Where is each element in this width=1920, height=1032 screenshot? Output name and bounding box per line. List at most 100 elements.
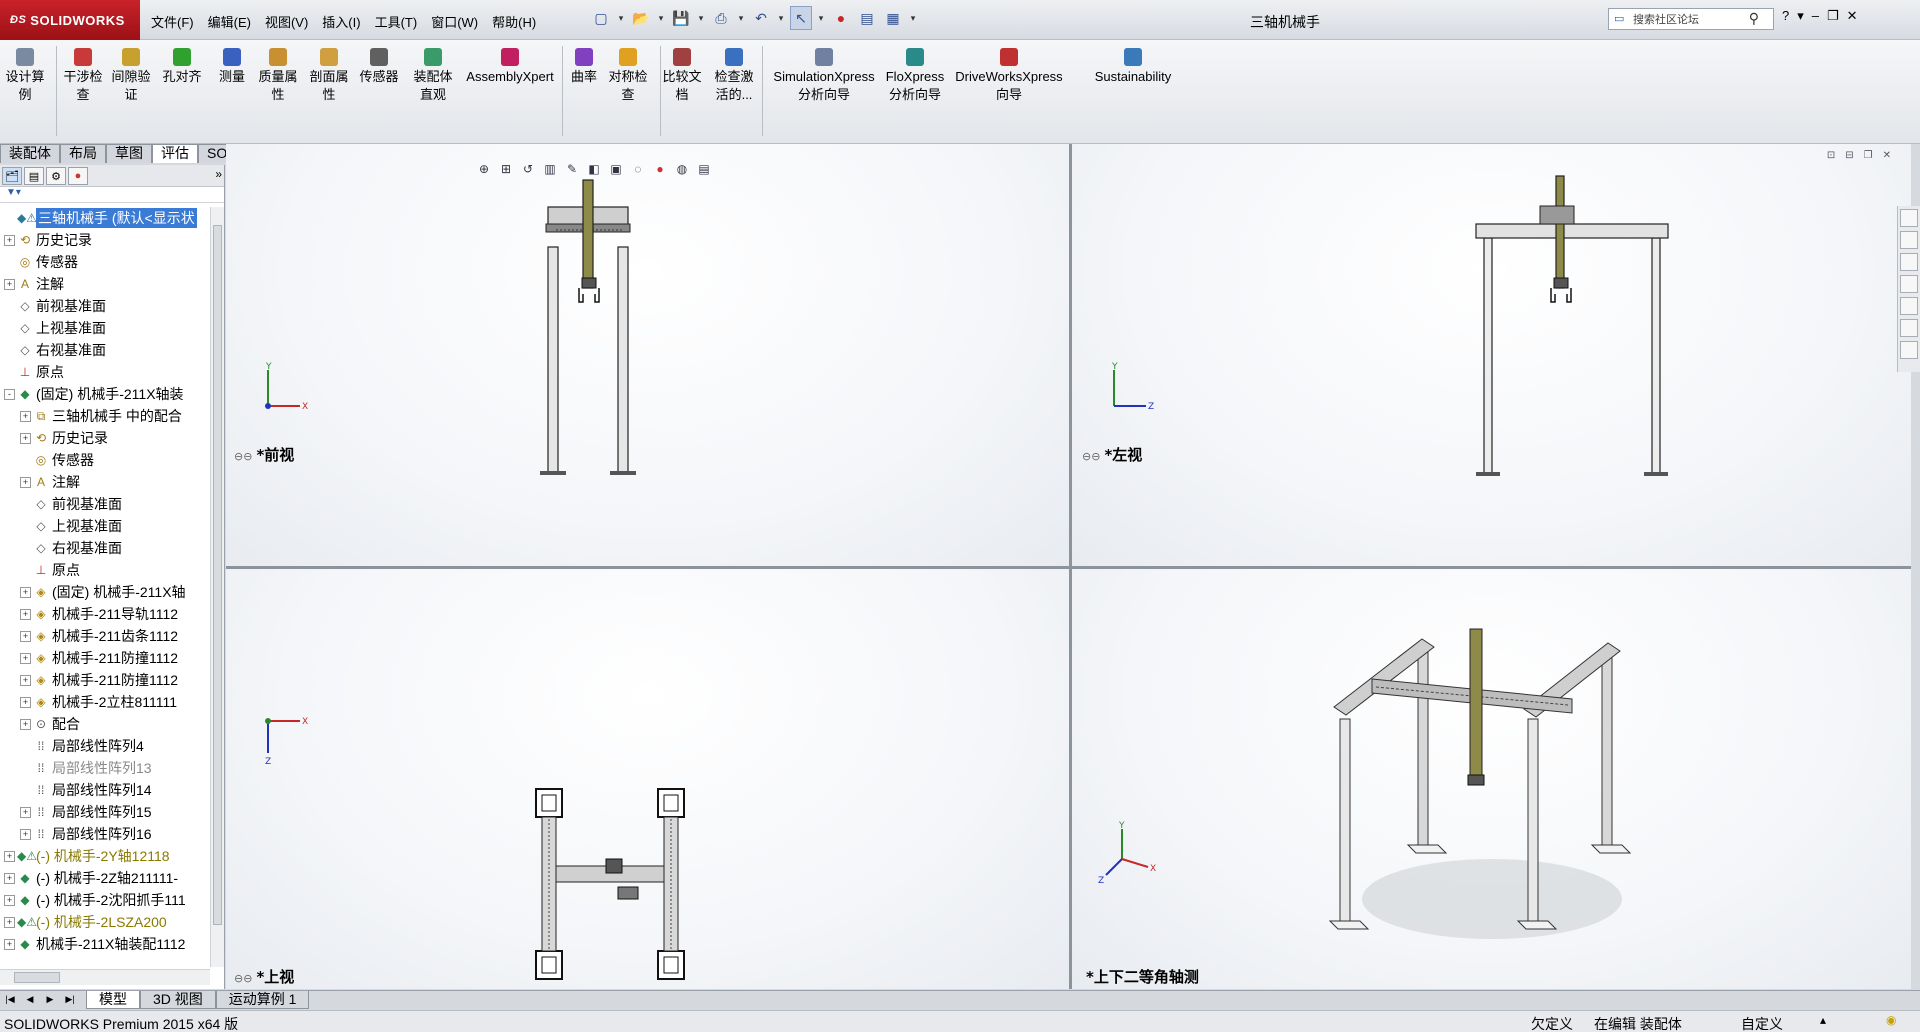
tree-item[interactable]: + ◈ (固定) 机械手-211X轴 bbox=[0, 581, 210, 603]
options-icon[interactable]: ▦ bbox=[882, 6, 904, 30]
status-units[interactable]: 自定义 bbox=[1741, 1014, 1783, 1032]
ribbon-button-assemblyxpert[interactable]: AssemblyXpert bbox=[460, 48, 560, 86]
ribbon-button-mass-properties[interactable]: 质量属 性 bbox=[250, 48, 306, 104]
tree-item[interactable]: ◇ 上视基准面 bbox=[0, 317, 210, 339]
tree-item[interactable]: + ◆⚠ (-) 机械手-2Y轴12118 bbox=[0, 845, 210, 867]
expand-icon[interactable]: + bbox=[4, 278, 15, 290]
expand-icon[interactable]: + bbox=[4, 894, 15, 906]
ribbon-button-check-active[interactable]: 检查激 活的... bbox=[708, 48, 760, 104]
appearances-icon[interactable] bbox=[1900, 297, 1918, 315]
ribbon-button-design-study[interactable]: 设计算 例 bbox=[0, 48, 50, 104]
command-tab[interactable]: 草图 bbox=[106, 144, 152, 163]
command-tab[interactable]: 评估 bbox=[152, 144, 198, 163]
menu-item-0[interactable]: 文件(F) bbox=[144, 10, 201, 33]
minimize-icon[interactable]: – bbox=[1812, 8, 1819, 24]
tree-item[interactable]: ◎ 传感器 bbox=[0, 449, 210, 471]
ribbon-button-interference-check[interactable]: 干涉检 查 bbox=[58, 48, 108, 104]
tree-item[interactable]: ◆⚠ 三轴机械手 (默认<显示状 bbox=[0, 207, 210, 229]
last-tab-icon[interactable]: ▶| bbox=[60, 991, 80, 1009]
scrollbar-thumb[interactable] bbox=[14, 972, 60, 983]
filter-icon[interactable]: ▼▾ bbox=[0, 187, 224, 203]
chevron-down-icon[interactable]: ▾ bbox=[776, 13, 786, 24]
rebuild-status-icon[interactable]: ◉ bbox=[1886, 1013, 1896, 1027]
link-views-icon[interactable]: ⊖⊖ bbox=[234, 972, 252, 985]
link-views-icon[interactable]: ⊖⊖ bbox=[234, 450, 252, 463]
tree-item[interactable]: ◇ 前视基准面 bbox=[0, 295, 210, 317]
expand-icon[interactable]: + bbox=[4, 872, 15, 884]
tree-item[interactable]: ◇ 前视基准面 bbox=[0, 493, 210, 515]
file-explorer-icon[interactable] bbox=[1900, 253, 1918, 271]
view-palette-icon[interactable] bbox=[1900, 275, 1918, 293]
rebuild-traffic-light-icon[interactable]: ● bbox=[830, 6, 852, 30]
viewport-isometric[interactable]: Y X Z *上下二等角轴测 bbox=[1072, 569, 1911, 989]
expand-icon[interactable]: + bbox=[20, 828, 31, 840]
command-tab[interactable]: 布局 bbox=[60, 144, 106, 163]
ribbon-button-hole-alignment[interactable]: 孔对齐 bbox=[160, 48, 204, 86]
expand-icon[interactable]: + bbox=[20, 696, 31, 708]
tree-item[interactable]: ◎ 传感器 bbox=[0, 251, 210, 273]
tree-item[interactable]: ⁞⁞ 局部线性阵列14 bbox=[0, 779, 210, 801]
tree-item[interactable]: + ⧉ 三轴机械手 中的配合 bbox=[0, 405, 210, 427]
expand-icon[interactable]: + bbox=[20, 586, 31, 598]
expand-icon[interactable]: + bbox=[20, 718, 31, 730]
viewport-front[interactable]: ⊕ ⊞ ↺ ▥ ✎ ◧ ▣ ◌ ● ◍ ▤ Y X ⊖⊖ *前视 bbox=[226, 144, 1069, 566]
search-icon[interactable]: ⚲ bbox=[1749, 10, 1759, 27]
tree-item[interactable]: ◇ 上视基准面 bbox=[0, 515, 210, 537]
close-icon[interactable]: ✕ bbox=[1847, 8, 1858, 24]
ribbon-button-measure[interactable]: 测量 bbox=[212, 48, 252, 86]
graphics-area[interactable]: ⊕ ⊞ ↺ ▥ ✎ ◧ ▣ ◌ ● ◍ ▤ Y X ⊖⊖ *前视 ⊡ ⊟ ❐ ✕… bbox=[226, 144, 1911, 989]
menu-item-1[interactable]: 编辑(E) bbox=[201, 10, 258, 33]
tree-item[interactable]: ◇ 右视基准面 bbox=[0, 339, 210, 361]
design-library-icon[interactable] bbox=[1900, 231, 1918, 249]
expand-icon[interactable]: + bbox=[4, 916, 15, 928]
display-manager-tab-icon[interactable]: ● bbox=[68, 167, 88, 185]
tree-item[interactable]: + A 注解 bbox=[0, 471, 210, 493]
expand-icon[interactable]: + bbox=[20, 410, 31, 422]
open-folder-icon[interactable]: 📂 bbox=[630, 6, 652, 30]
help-icon[interactable]: ? bbox=[1782, 8, 1789, 24]
ribbon-button-floxpress[interactable]: FloXpress 分析向导 bbox=[878, 48, 952, 104]
chevron-down-icon[interactable]: ▾ bbox=[616, 13, 626, 24]
menu-item-2[interactable]: 视图(V) bbox=[258, 10, 315, 33]
viewport-left[interactable]: ⊡ ⊟ ❐ ✕ Y Z ⊖⊖ *左视 bbox=[1072, 144, 1911, 566]
chevron-down-icon[interactable]: ▾ bbox=[696, 13, 706, 24]
expand-panel-icon[interactable]: » bbox=[215, 167, 222, 184]
expand-icon[interactable]: + bbox=[20, 432, 31, 444]
restore-icon[interactable]: ❐ bbox=[1827, 8, 1839, 24]
expand-icon[interactable]: + bbox=[20, 608, 31, 620]
ribbon-button-assembly-visualization[interactable]: 装配体 直观 bbox=[406, 48, 460, 104]
tree-item[interactable]: ⁞⁞ 局部线性阵列13 bbox=[0, 757, 210, 779]
menu-item-6[interactable]: 帮助(H) bbox=[485, 10, 543, 33]
tree-vertical-scrollbar[interactable] bbox=[210, 207, 224, 967]
expand-icon[interactable]: + bbox=[20, 652, 31, 664]
chevron-down-icon[interactable]: ▾ bbox=[816, 13, 826, 24]
tree-item[interactable]: + ◆⚠ (-) 机械手-2LSZA200 bbox=[0, 911, 210, 933]
ribbon-button-compare-documents[interactable]: 比较文 档 bbox=[656, 48, 708, 104]
bottom-tab[interactable]: 模型 bbox=[86, 991, 140, 1009]
expand-icon[interactable]: + bbox=[4, 938, 15, 950]
tree-item[interactable]: + A 注解 bbox=[0, 273, 210, 295]
solidworks-logo[interactable]: ƉS SOLIDWORKS bbox=[0, 0, 140, 40]
link-views-icon[interactable]: ⊖⊖ bbox=[1082, 450, 1100, 463]
tree-item[interactable]: + ◆ (-) 机械手-2Z轴211111- bbox=[0, 867, 210, 889]
expand-icon[interactable]: + bbox=[20, 476, 31, 488]
chevron-down-icon[interactable]: ▾ bbox=[1797, 8, 1804, 24]
ribbon-button-symmetry-check[interactable]: 对称检 查 bbox=[602, 48, 654, 104]
search-input[interactable]: ▭ 搜索社区论坛 ⚲ bbox=[1608, 8, 1774, 30]
menu-item-4[interactable]: 工具(T) bbox=[368, 10, 425, 33]
viewport-horizontal-splitter[interactable] bbox=[226, 566, 1911, 569]
units-menu-icon[interactable]: ▴ bbox=[1820, 1013, 1826, 1027]
new-document-icon[interactable]: ▢ bbox=[590, 6, 612, 30]
tree-item[interactable]: + ⁞⁞ 局部线性阵列15 bbox=[0, 801, 210, 823]
tree-item[interactable]: + ⟲ 历史记录 bbox=[0, 427, 210, 449]
chevron-down-icon[interactable]: ▾ bbox=[908, 13, 918, 24]
ribbon-button-clearance-verify[interactable]: 间隙验 证 bbox=[106, 48, 156, 104]
forum-icon[interactable] bbox=[1900, 341, 1918, 359]
expand-icon[interactable]: + bbox=[4, 850, 15, 862]
ribbon-button-simulationxpress[interactable]: SimulationXpress 分析向导 bbox=[764, 48, 884, 104]
print-icon[interactable]: ⎙ bbox=[710, 6, 732, 30]
ribbon-button-sustainability[interactable]: Sustainability bbox=[1086, 48, 1180, 86]
chevron-down-icon[interactable]: ▾ bbox=[656, 13, 666, 24]
tree-item[interactable]: ⊥ 原点 bbox=[0, 361, 210, 383]
tree-item[interactable]: + ◈ 机械手-211防撞1112 bbox=[0, 669, 210, 691]
